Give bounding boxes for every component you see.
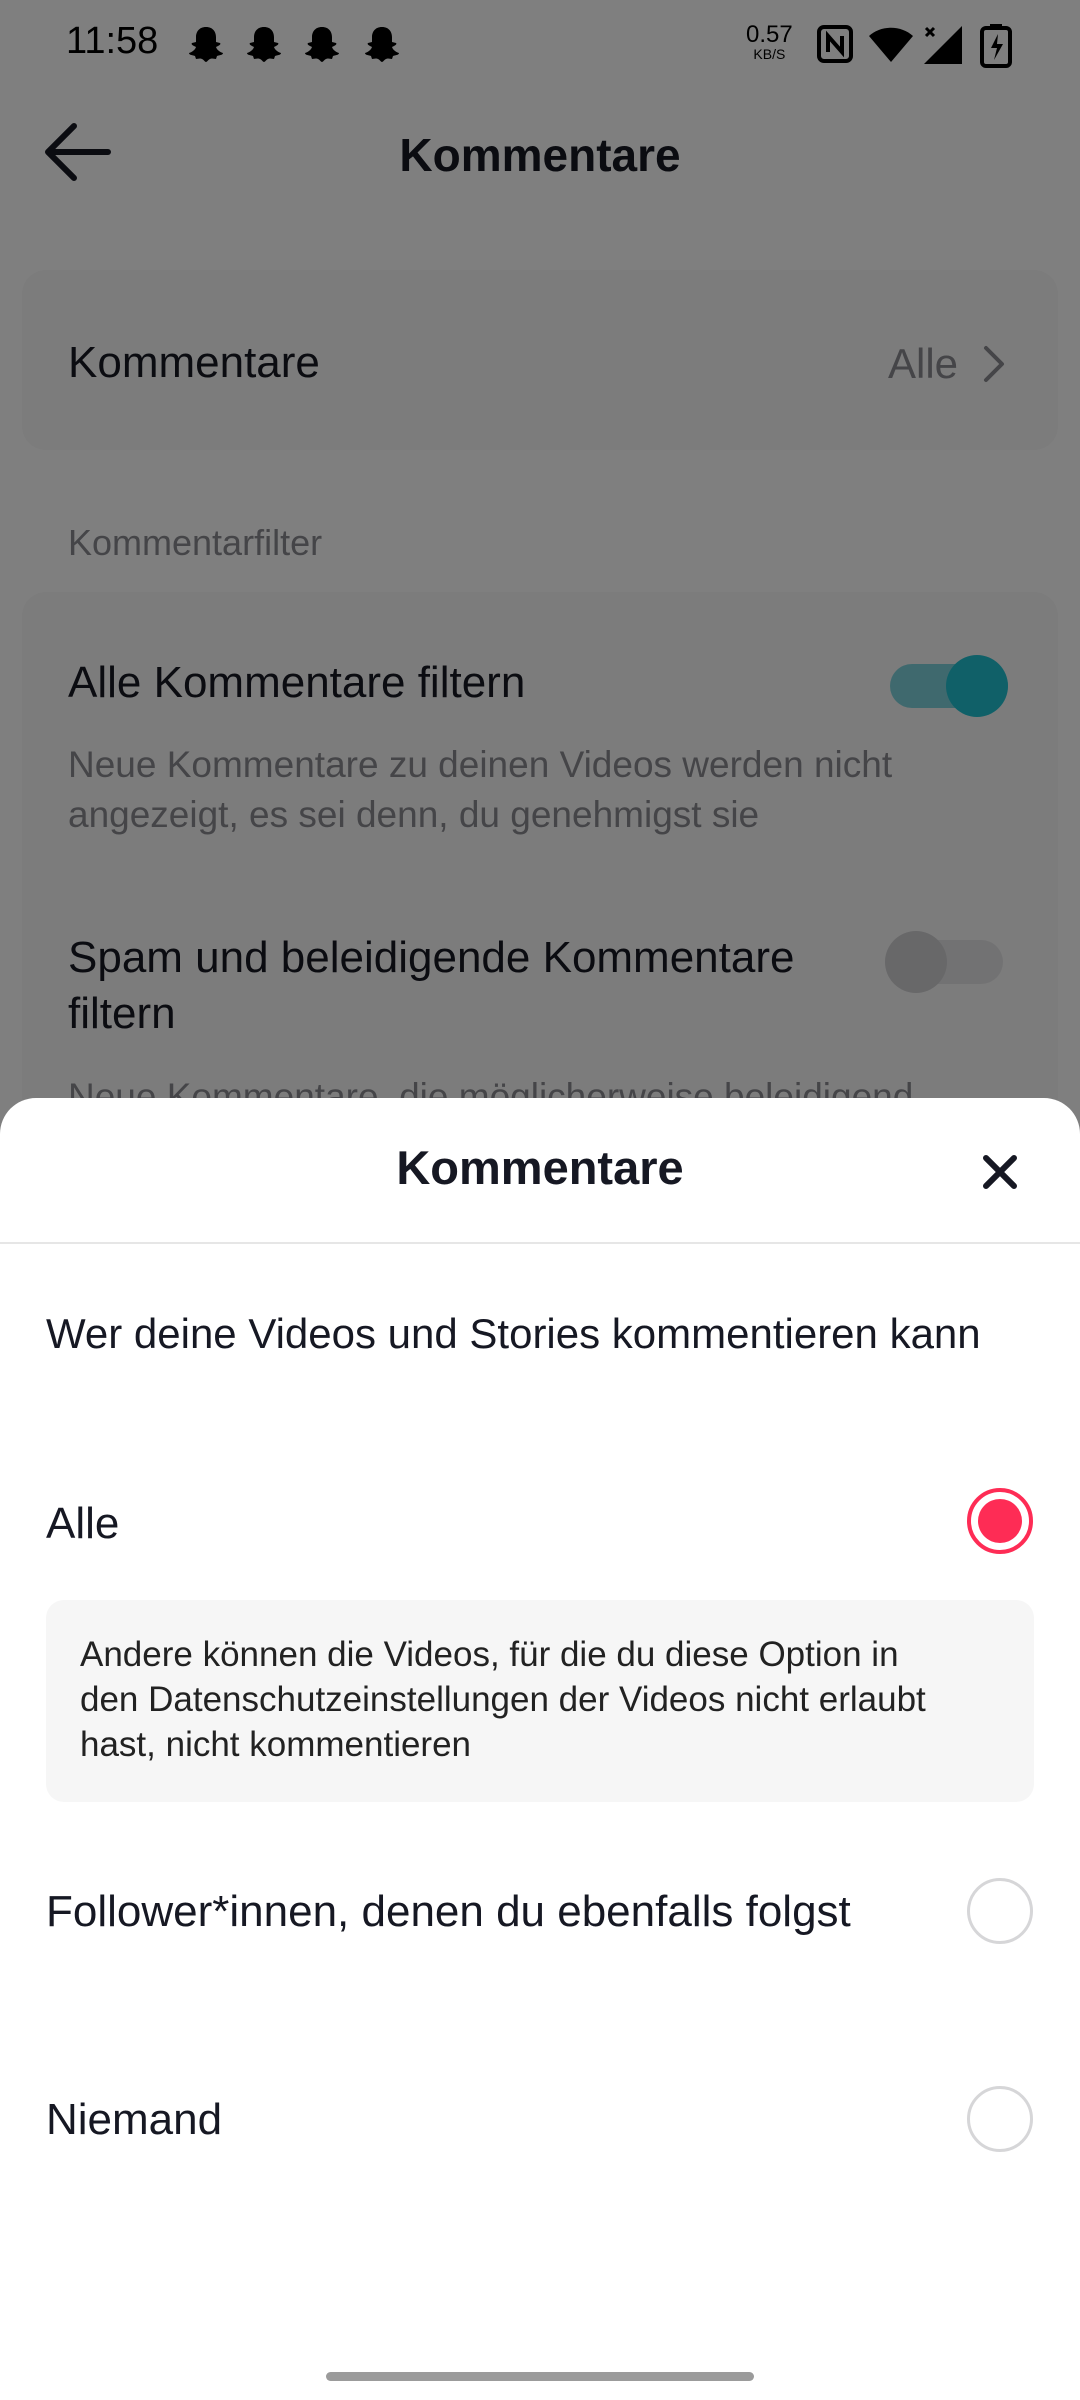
radio-selected-dot <box>978 1499 1022 1543</box>
option-mutual-followers-label[interactable]: Follower*innen, denen du ebenfalls folgs… <box>46 1884 906 1940</box>
option-everyone-radio[interactable] <box>967 1488 1033 1554</box>
info-text: Andere können die Videos, für die du die… <box>80 1635 926 1764</box>
option-mutual-followers-radio[interactable] <box>967 1878 1033 1944</box>
sheet-question: Wer deine Videos und Stories kommentiere… <box>46 1310 981 1357</box>
home-indicator[interactable] <box>326 2372 754 2381</box>
sheet-title: Kommentare <box>396 1141 684 1194</box>
close-button[interactable] <box>972 1144 1028 1200</box>
option-no-one-label[interactable]: Niemand <box>46 2092 222 2148</box>
close-icon <box>983 1155 1017 1189</box>
option-no-one-radio[interactable] <box>967 2086 1033 2152</box>
option-everyone-label[interactable]: Alle <box>46 1496 119 1552</box>
divider <box>0 1242 1080 1244</box>
